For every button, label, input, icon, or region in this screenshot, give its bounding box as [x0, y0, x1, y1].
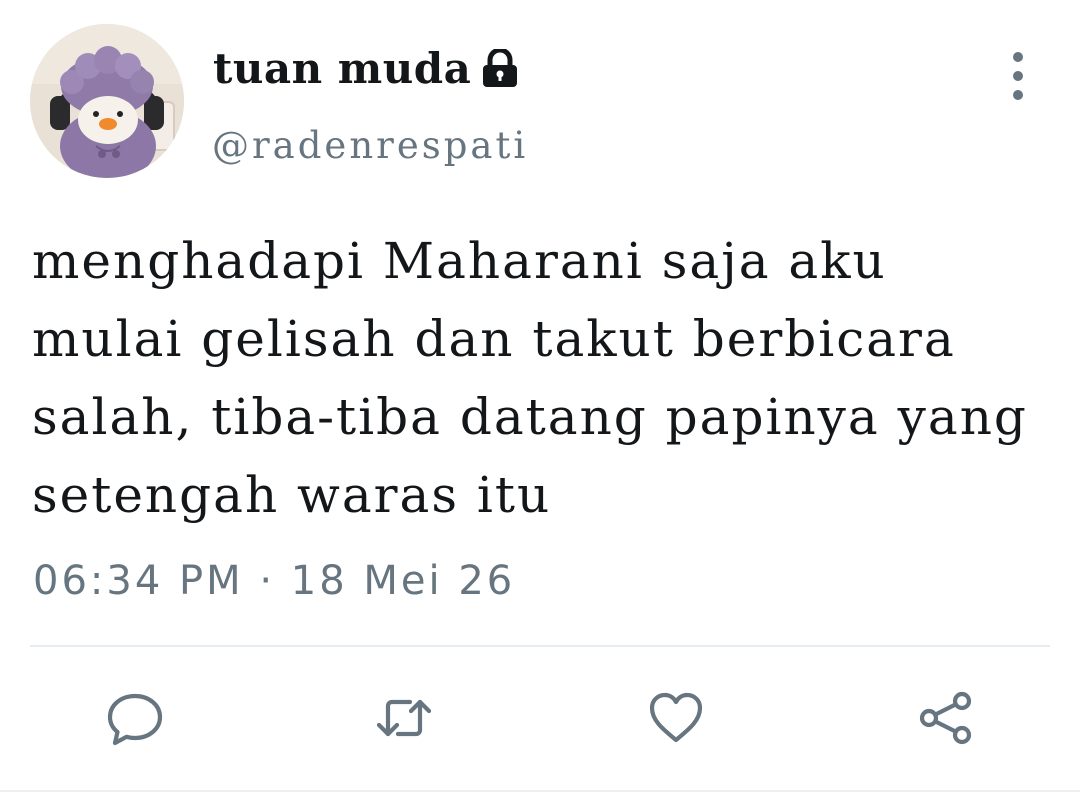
avatar[interactable]: [30, 24, 184, 178]
retweet-button[interactable]: [374, 688, 434, 748]
share-icon: [919, 691, 972, 745]
avatar-image: [30, 24, 184, 178]
like-button[interactable]: [646, 688, 706, 748]
tweet-text: menghadapi Maharani saja aku mulai gelis…: [32, 232, 1028, 524]
display-name-row[interactable]: tuan muda: [213, 44, 519, 93]
more-vertical-icon-dot: [1013, 71, 1023, 81]
more-vertical-icon: [1013, 52, 1023, 62]
heart-icon: [649, 692, 703, 743]
reply-icon: [107, 693, 163, 746]
tweet-card: tuan muda @radenrespati menghadapi Mahar…: [0, 0, 1080, 810]
more-options-button[interactable]: [996, 52, 1040, 100]
share-button[interactable]: [916, 688, 976, 748]
reply-button[interactable]: [105, 688, 165, 748]
retweet-icon: [376, 699, 432, 737]
user-handle[interactable]: @radenrespati: [212, 124, 528, 167]
lock-icon: [481, 47, 519, 89]
more-vertical-icon-dot: [1013, 90, 1023, 100]
tweet-timestamp[interactable]: 06:34 PM · 18 Mei 26: [33, 558, 515, 604]
divider: [30, 645, 1050, 647]
bottom-divider: [0, 790, 1080, 792]
display-name[interactable]: tuan muda: [213, 44, 471, 93]
